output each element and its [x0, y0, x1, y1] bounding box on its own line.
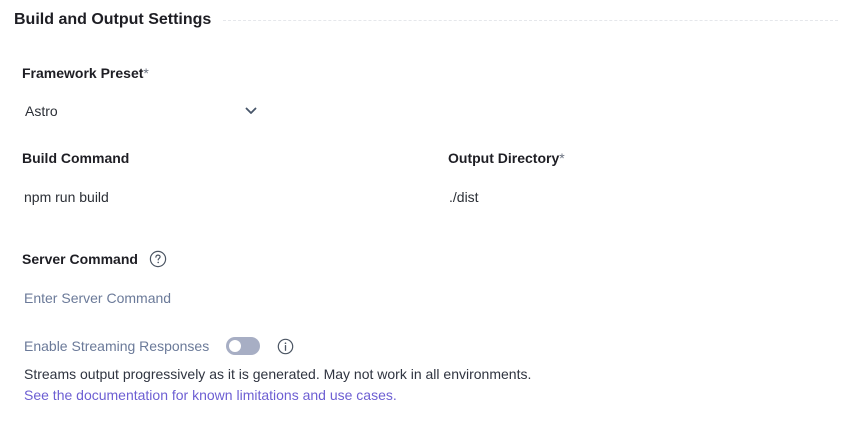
toggle-knob	[229, 340, 241, 352]
framework-preset-label: Framework Preset*	[22, 65, 149, 81]
required-mark: *	[559, 150, 565, 166]
section-header: Build and Output Settings	[14, 8, 838, 32]
framework-preset-value: Astro	[25, 103, 58, 119]
output-directory-label: Output Directory*	[448, 150, 565, 166]
output-directory-input[interactable]	[447, 186, 829, 208]
streaming-toggle[interactable]	[226, 337, 260, 355]
build-command-label: Build Command	[22, 150, 129, 166]
documentation-link[interactable]: See the documentation for known limitati…	[24, 387, 397, 403]
server-command-label: Server Command	[22, 251, 138, 267]
framework-preset-label-text: Framework Preset	[22, 65, 144, 81]
build-command-label-text: Build Command	[22, 150, 130, 166]
build-command-input[interactable]	[22, 186, 404, 208]
output-directory-label-text: Output Directory	[448, 150, 560, 166]
server-command-label-text: Server Command	[22, 251, 138, 267]
question-circle-icon[interactable]	[149, 250, 167, 268]
framework-preset-select[interactable]: Astro	[22, 100, 258, 122]
section-divider	[223, 19, 838, 21]
server-command-input[interactable]	[22, 287, 404, 309]
section-title: Build and Output Settings	[14, 11, 212, 28]
info-circle-icon[interactable]	[277, 338, 294, 355]
chevron-down-icon	[245, 107, 257, 114]
streaming-label: Enable Streaming Responses	[24, 338, 210, 354]
streaming-description: Streams output progressively as it is ge…	[24, 366, 532, 382]
required-mark: *	[143, 65, 149, 81]
